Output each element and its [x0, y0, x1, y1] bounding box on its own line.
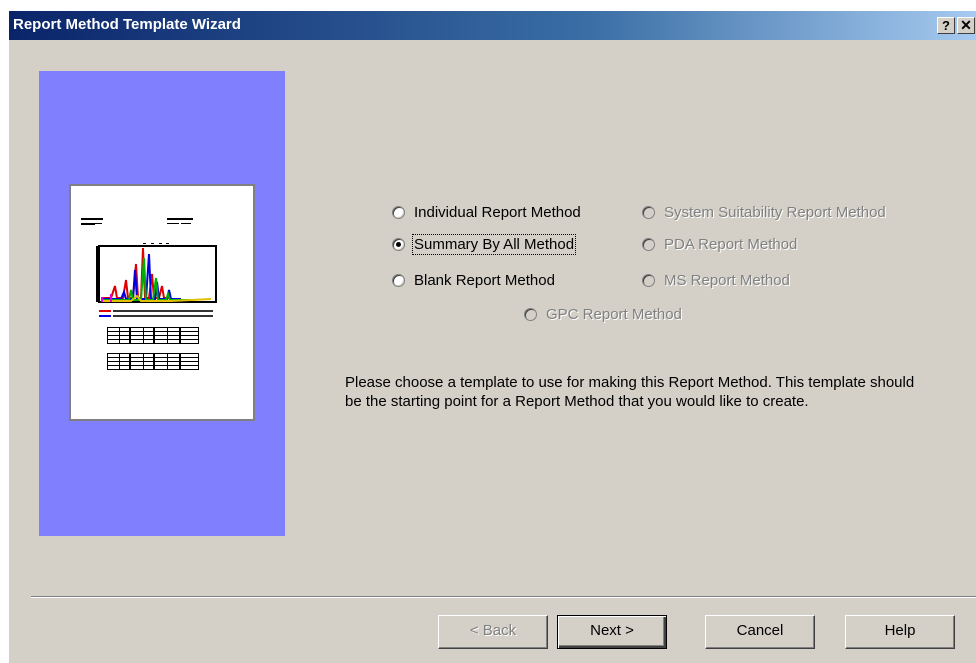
- radio-gpc-report-method[interactable]: GPC Report Method: [524, 306, 682, 323]
- radio-label: System Suitability Report Method: [664, 204, 886, 221]
- radio-ms-report-method[interactable]: MS Report Method: [642, 272, 790, 289]
- cancel-button[interactable]: Cancel: [705, 615, 815, 649]
- radio-label: Blank Report Method: [414, 272, 555, 289]
- radio-button-icon[interactable]: [642, 238, 655, 251]
- radio-label: GPC Report Method: [546, 306, 682, 323]
- radio-button-icon[interactable]: [642, 274, 655, 287]
- help-glyph: ?: [942, 18, 950, 33]
- radio-label: PDA Report Method: [664, 236, 798, 253]
- close-icon[interactable]: ✕: [957, 17, 975, 34]
- radio-button-icon[interactable]: [642, 206, 655, 219]
- radio-label: MS Report Method: [664, 272, 790, 289]
- help-button[interactable]: Help: [845, 615, 955, 649]
- report-preview-thumbnail: [69, 184, 255, 421]
- radio-button-icon[interactable]: [524, 308, 537, 321]
- radio-individual-report-method[interactable]: Individual Report Method: [392, 204, 581, 221]
- close-glyph: ✕: [960, 17, 972, 33]
- report-preview-icon: [81, 218, 217, 370]
- radio-label: Individual Report Method: [414, 204, 581, 221]
- radio-pda-report-method[interactable]: PDA Report Method: [642, 236, 797, 253]
- back-button[interactable]: < Back: [438, 615, 548, 649]
- next-button[interactable]: Next >: [557, 615, 667, 649]
- radio-summary-by-all-method[interactable]: Summary By All Method: [392, 234, 577, 255]
- radio-label: Summary By All Method: [411, 234, 577, 255]
- wizard-dialog: Report Method Template Wizard ? ✕ Indivi…: [9, 11, 976, 663]
- window-title: Report Method Template Wizard: [13, 16, 241, 33]
- radio-system-suitability-report-method[interactable]: System Suitability Report Method: [642, 204, 886, 221]
- radio-button-selected-icon[interactable]: [392, 238, 405, 251]
- instruction-text: Please choose a template to use for maki…: [345, 374, 915, 410]
- radio-button-icon[interactable]: [392, 274, 405, 287]
- radio-button-icon[interactable]: [392, 206, 405, 219]
- title-bar: Report Method Template Wizard ? ✕: [9, 11, 976, 40]
- wizard-side-panel: [39, 71, 285, 536]
- radio-blank-report-method[interactable]: Blank Report Method: [392, 272, 555, 289]
- divider: [31, 596, 976, 598]
- help-icon[interactable]: ?: [937, 17, 955, 34]
